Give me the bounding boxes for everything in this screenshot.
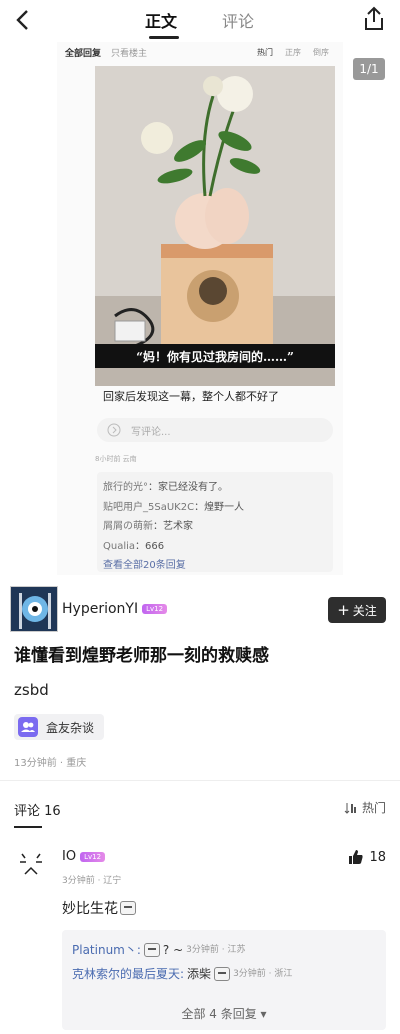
sticker-icon (143, 943, 160, 957)
author-row: HyperionYI Lv12 + 关注 (10, 586, 390, 632)
reply-meta: 3分钟前 · 浙江 (233, 969, 293, 979)
image-reply-item: Qualia：666 (103, 540, 165, 552)
commenter-name[interactable]: IO Lv12 (62, 849, 106, 864)
reply-user[interactable]: Platinum丶: (72, 938, 141, 962)
like-count: 18 (369, 849, 386, 865)
author-level-badge: Lv12 (142, 604, 168, 614)
image-sort-desc: 倒序 (313, 47, 329, 57)
like-button[interactable]: 18 (348, 849, 386, 865)
comment-text: 妙比生花 (62, 898, 136, 918)
sort-button[interactable]: 热门 (344, 799, 386, 816)
sticker-icon (120, 901, 136, 915)
image-page-indicator: 1/1 (353, 58, 385, 80)
sort-label: 热门 (361, 801, 386, 815)
post-body: zsbd (14, 681, 49, 699)
commenter-avatar[interactable] (16, 848, 46, 882)
image-reply-tabs: 全部回复 只看楼主 热门 正序 倒序 (57, 42, 343, 62)
topic-tag[interactable]: 盒友杂谈 (14, 714, 105, 740)
image-tab-all: 全部回复 (65, 48, 102, 59)
plus-icon: + (337, 600, 350, 619)
post-title: 谁懂看到煌野老师那一刻的救赎感 (14, 646, 269, 666)
image-reply-item: 屑屑の萌新：艺术家 (103, 521, 193, 532)
comment-meta: 3分钟前 · 辽宁 (62, 876, 122, 886)
image-comment-box: 写评论... (97, 418, 333, 442)
reply-thread[interactable]: Platinum丶: ? ~ 3分钟前 · 江苏 克林索尔的最后夏天: 添柴 3… (62, 930, 386, 1030)
topic-tag-label: 盒友杂谈 (46, 720, 95, 735)
author-avatar-image (11, 587, 57, 631)
comment-text-content: 妙比生花 (62, 901, 118, 917)
share-icon[interactable] (362, 6, 386, 32)
reply-user[interactable]: 克林索尔的最后夏天: (72, 962, 184, 986)
photo: “妈！你有见过我房间的……” (95, 66, 335, 386)
reply-item: 克林索尔的最后夏天: 添柴 3分钟前 · 浙江 (72, 962, 376, 986)
author-avatar[interactable] (10, 586, 58, 632)
follow-label: 关注 (352, 603, 377, 618)
sort-icon (344, 802, 356, 814)
tab-comments[interactable]: 评论 (222, 8, 254, 32)
reply-meta: 3分钟前 · 江苏 (186, 945, 246, 955)
reply-text: 添柴 (187, 967, 212, 981)
image-post-meta: 8小时前 云南 (95, 455, 137, 463)
image-reply-list: 旅行的光°：家已经没有了。 贴吧用户_5SaUK2C：煌野一人 屑屑の萌新：艺术… (97, 472, 333, 572)
image-mic-icon (107, 423, 121, 437)
tab-main[interactable]: 正文 (145, 8, 177, 32)
comments-tab-indicator (14, 826, 42, 828)
image-post-title: 回家后发现这一幕，整个人都不好了 (103, 390, 279, 403)
image-sort-hot: 热门 (257, 47, 273, 57)
image-reply-item: 贴吧用户_5SaUK2C：煌野一人 (103, 501, 245, 513)
image-comment-placeholder: 写评论... (131, 426, 171, 438)
image-reply-item: 旅行的光°：家已经没有了。 (103, 482, 228, 493)
section-divider (0, 780, 400, 781)
group-icon (18, 717, 38, 737)
photo-illustration (95, 66, 335, 386)
author-name[interactable]: HyperionYI Lv12 (62, 601, 168, 617)
thumbs-up-icon (349, 850, 364, 864)
tab-active-indicator (149, 36, 179, 39)
back-arrow-icon[interactable] (12, 8, 36, 32)
author-name-text: HyperionYI (62, 601, 139, 617)
image-sort-asc: 正序 (285, 47, 301, 57)
sticker-icon (214, 967, 231, 981)
reply-text: ? ~ (162, 943, 184, 957)
image-tab-op: 只看楼主 (111, 48, 148, 59)
commenter-name-text: IO (62, 849, 77, 864)
view-all-replies-button[interactable]: 全部 4 条回复 ▾ (62, 1005, 386, 1022)
post-meta: 13分钟前 · 重庆 (14, 758, 87, 769)
follow-button[interactable]: + 关注 (328, 597, 386, 623)
reply-item: Platinum丶: ? ~ 3分钟前 · 江苏 (72, 938, 376, 962)
post-image[interactable]: 全部回复 只看楼主 热门 正序 倒序 “妈！你有见过我房间的……” 回家后发现这… (57, 42, 343, 575)
comments-count[interactable]: 评论 16 (14, 800, 61, 819)
image-view-all-replies: 查看全部20条回复 (103, 560, 186, 571)
commenter-level-badge: Lv12 (80, 851, 106, 862)
image-caption: “妈！你有见过我房间的……” (95, 344, 335, 368)
top-nav: 正文 评论 (0, 0, 400, 40)
